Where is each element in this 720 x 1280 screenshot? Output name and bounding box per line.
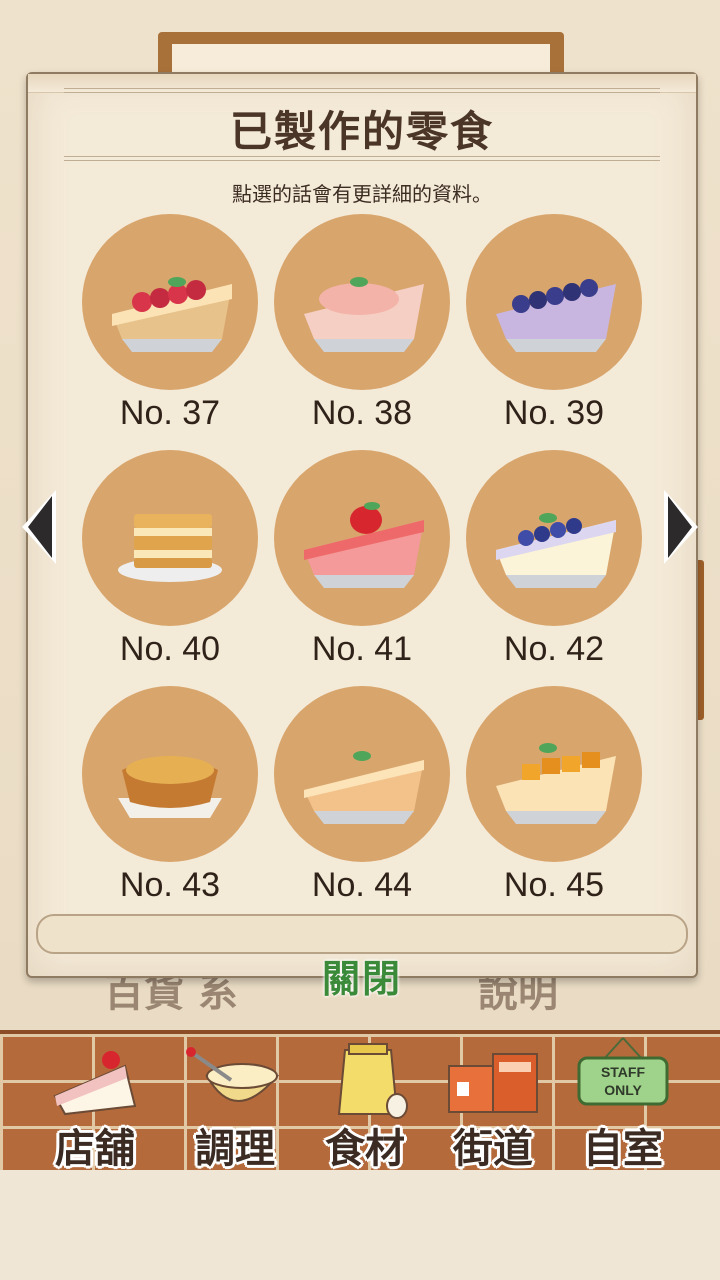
snack-item[interactable]: No. 44 (272, 686, 452, 904)
close-button[interactable]: 關閉 (28, 948, 696, 1003)
dialog-title: 已製作的零食 (229, 107, 494, 156)
snack-item[interactable]: No. 40 (80, 450, 260, 668)
snack-number: No. 41 (311, 630, 413, 668)
street-shop-icon (448, 1053, 538, 1113)
title-rule-bottom (64, 156, 660, 161)
dialog-subtitle: 點選的話會有更詳細的資料。 (232, 182, 492, 206)
nav-cook-button[interactable]: 調理 (170, 1036, 300, 1172)
snack-number: No. 40 (119, 630, 221, 668)
next-page-button[interactable] (662, 488, 702, 566)
egg-tart-icon (118, 756, 222, 818)
snack-item[interactable]: No. 41 (272, 450, 452, 668)
cheesecake-slice-icon (304, 751, 424, 824)
snack-plate (274, 686, 450, 862)
snack-number: No. 39 (503, 394, 605, 432)
mango-tart-icon (496, 743, 616, 824)
snack-item[interactable]: No. 39 (464, 214, 644, 432)
snack-plate (466, 686, 642, 862)
snack-number: No. 45 (503, 866, 605, 904)
flour-bag-icon (337, 1043, 408, 1119)
snack-plate (466, 450, 642, 626)
nav-cook-label: 調理 (195, 1126, 275, 1172)
svg-text:STAFF: STAFF (601, 1064, 646, 1080)
blueberry-tart-icon (496, 279, 616, 352)
snack-number: No. 43 (119, 866, 221, 904)
snack-item[interactable]: No. 43 (80, 686, 260, 904)
snack-plate (274, 450, 450, 626)
snack-item[interactable]: No. 42 (464, 450, 644, 668)
nav-ingredients-label: 食材 (325, 1126, 405, 1172)
staff-only-sign-icon: STAFF ONLY (577, 1037, 669, 1106)
snack-number: No. 42 (503, 630, 605, 668)
raspberry-tart-icon (112, 277, 232, 352)
made-snacks-dialog: 已製作的零食 點選的話會有更詳細的資料。 No. 37 No. 38 No. 3… (26, 72, 698, 1001)
strawberry-cake-icon (304, 502, 424, 588)
snack-item[interactable]: No. 37 (80, 214, 260, 432)
chevron-right-icon (664, 490, 698, 564)
snack-plate (82, 450, 258, 626)
nav-street-label: 街道 (453, 1126, 533, 1172)
nav-room-button[interactable]: STAFF ONLY 自室 (558, 1036, 688, 1172)
blueberry-cheesecake-icon (496, 513, 616, 588)
bottom-blank-area (0, 1170, 720, 1280)
snack-number: No. 38 (311, 394, 413, 432)
title-rule-top (64, 88, 660, 93)
chevron-left-icon (22, 490, 56, 564)
nav-shop-button[interactable]: 店舖 (30, 1036, 160, 1172)
previous-page-button[interactable] (18, 488, 58, 566)
peach-tart-icon (304, 277, 424, 352)
snack-number: No. 37 (119, 394, 221, 432)
nav-street-button[interactable]: 街道 (428, 1036, 558, 1172)
svg-text:ONLY: ONLY (604, 1082, 642, 1098)
nav-shop-label: 店舖 (55, 1126, 135, 1172)
nav-ingredients-button[interactable]: 食材 (300, 1036, 430, 1172)
cake-slice-icon (53, 1051, 137, 1116)
mille-feuille-icon (118, 514, 222, 582)
snack-plate (82, 214, 258, 390)
snack-plate (274, 214, 450, 390)
nav-room-label: 自室 (583, 1126, 663, 1172)
snack-number: No. 44 (311, 866, 413, 904)
mixing-bowl-icon (186, 1047, 280, 1102)
snack-plate (82, 686, 258, 862)
snack-item[interactable]: No. 45 (464, 686, 644, 904)
snack-plate (466, 214, 642, 390)
snack-item[interactable]: No. 38 (272, 214, 452, 432)
